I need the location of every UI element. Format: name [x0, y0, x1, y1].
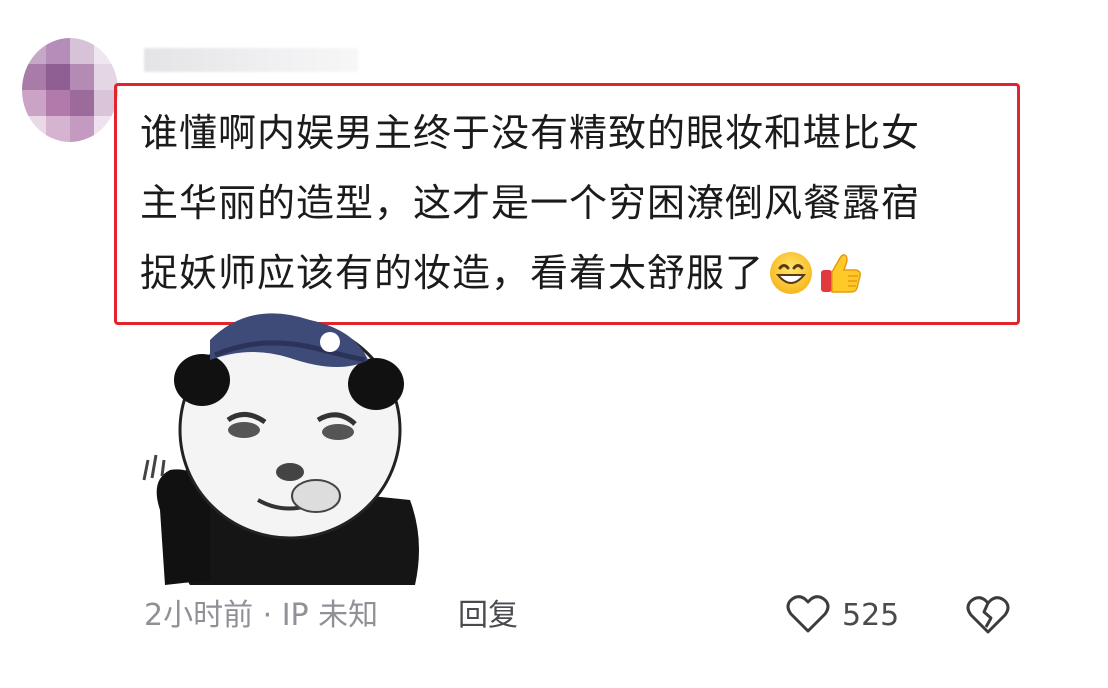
thumbs-up-icon	[818, 248, 864, 294]
grinning-face-icon	[768, 248, 814, 294]
heart-outline-icon[interactable]	[786, 594, 830, 638]
like-count: 525	[842, 598, 900, 633]
broken-heart-icon[interactable]	[966, 596, 1010, 640]
comment-text: 谁懂啊内娱男主终于没有精致的眼妆和堪比女 主华丽的造型，这才是一个穷困潦倒风餐露…	[140, 98, 1000, 308]
username-blurred[interactable]	[144, 48, 358, 72]
dislike-button[interactable]	[966, 594, 1010, 638]
like-button[interactable]: 525	[786, 594, 899, 638]
avatar[interactable]	[22, 38, 118, 142]
comment-line-3: 捉妖师应该有的妆造，看着太舒服了	[140, 251, 765, 295]
panda-meme-sticker[interactable]	[140, 300, 430, 585]
comment-time-location: 2小时前 · IP 未知	[144, 598, 379, 633]
comment-line-1: 谁懂啊内娱男主终于没有精致的眼妆和堪比女	[140, 111, 921, 155]
comment-line-2: 主华丽的造型，这才是一个穷困潦倒风餐露宿	[140, 181, 921, 225]
reply-button[interactable]: 回复	[458, 594, 518, 638]
